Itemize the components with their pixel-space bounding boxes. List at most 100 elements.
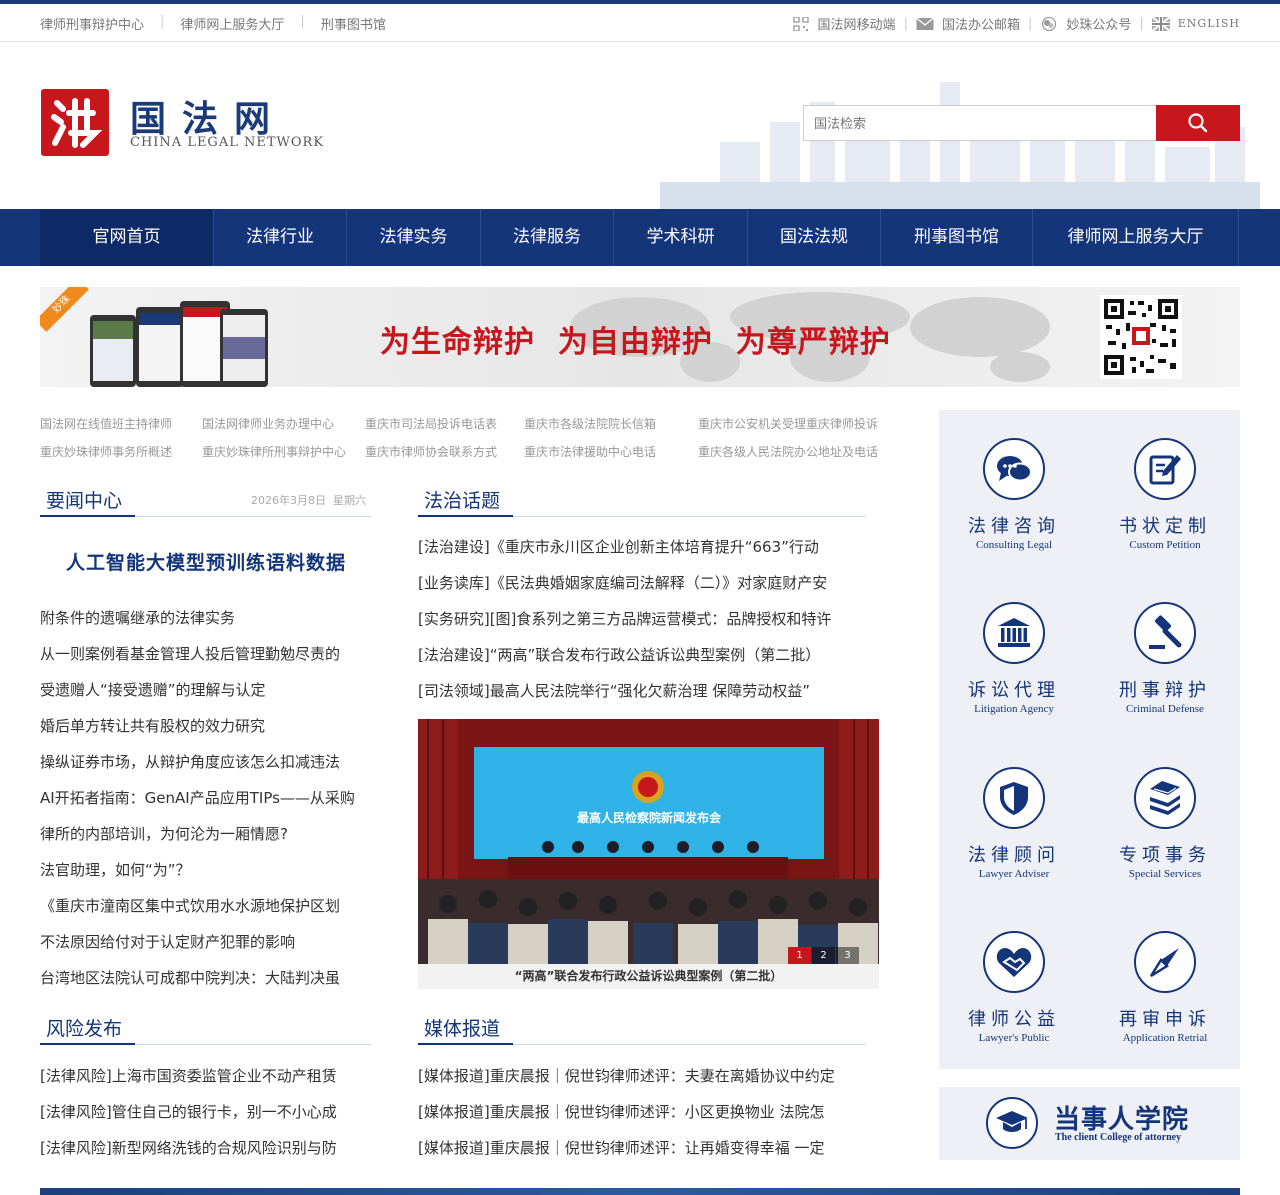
service-label-en: Consulting Legal: [975, 539, 1053, 551]
search-bar: [803, 105, 1240, 141]
risk-list: [法律风险]上海市国资委监管企业不动产租赁 [法律风险]管住自己的银行卡，别一不…: [40, 1058, 380, 1166]
news-center-title[interactable]: 要闻中心: [46, 486, 122, 513]
quick-link[interactable]: 国法网律师业务办理中心: [202, 416, 365, 444]
service-label: 刑事辩护: [1119, 680, 1211, 701]
top-link-online-service-hall[interactable]: 律师网上服务大厅: [180, 14, 284, 33]
top-bar: 律师刑事辩护中心 | 律师网上服务大厅 | 刑事图书馆 国法网移动端 | 国法办…: [0, 4, 1280, 42]
service-criminal-defense[interactable]: 刑事辩护 Criminal Defense: [1090, 602, 1240, 715]
logo-subtitle: CHINA LEGAL NETWORK: [130, 135, 325, 150]
service-label: 再审申诉: [1119, 1009, 1211, 1030]
list-item[interactable]: 法官助理，如何“为”？: [40, 852, 380, 888]
nav-legal-practice[interactable]: 法律实务: [347, 209, 481, 266]
service-public-welfare[interactable]: 律师公益 Lawyer's Public: [939, 931, 1089, 1044]
nav-criminal-library[interactable]: 刑事图书馆: [881, 209, 1033, 266]
list-item[interactable]: 附条件的遗嘱继承的法律实务: [40, 600, 380, 636]
wechat-icon: [1042, 16, 1057, 31]
list-item[interactable]: AI开拓者指南：GenAI产品应用TIPs——从采购: [40, 780, 380, 816]
quick-links-row: 国法网在线值班主持律师 国法网律师业务办理中心 重庆市司法局投诉电话表 重庆市各…: [40, 416, 900, 444]
list-item[interactable]: [法律风险]管住自己的银行卡，别一不小心成: [40, 1094, 380, 1130]
list-item[interactable]: [法治建设]《重庆市永川区企业创新主体培育提升“663”行动: [418, 529, 870, 565]
service-litigation[interactable]: 诉讼代理 Litigation Agency: [939, 602, 1089, 715]
list-item[interactable]: [媒体报道]重庆晨报｜倪世钧律师述评：小区更换物业 法院怎: [418, 1094, 870, 1130]
service-consulting[interactable]: 法律咨询 Consulting Legal: [939, 438, 1089, 551]
search-input[interactable]: [803, 105, 1156, 141]
list-item[interactable]: [媒体报道]重庆晨报｜倪世钧律师述评：夫妻在离婚协议中约定: [418, 1058, 870, 1094]
list-item[interactable]: [法治建设]“两高”联合发布行政公益诉讼典型案例（第二批）: [418, 637, 870, 673]
quick-link[interactable]: 重庆市律师协会联系方式: [365, 444, 524, 472]
list-item[interactable]: [法律风险]上海市国资委监管企业不动产租赁: [40, 1058, 380, 1094]
search-button[interactable]: [1156, 105, 1240, 141]
list-item[interactable]: [媒体报道]重庆晨报｜倪世钧律师述评：让再婚变得幸福 一定: [418, 1130, 870, 1166]
slide-dot-1[interactable]: 1: [788, 947, 811, 965]
list-item[interactable]: 《重庆市潼南区集中式饮用水水源地保护区划: [40, 888, 380, 924]
banner-ribbon: 妙珠: [40, 287, 89, 332]
nav-home[interactable]: 官网首页: [40, 209, 214, 266]
quick-link[interactable]: 重庆妙珠律所刑事辩护中心: [202, 444, 365, 472]
banner-slogan: 为生命辩护 为自由辩护 为尊严辩护: [380, 325, 891, 360]
service-lawyer-adviser[interactable]: 法律顾问 Lawyer Adviser: [939, 767, 1089, 880]
law-topics-title[interactable]: 法治话题: [424, 486, 500, 513]
list-item[interactable]: 台湾地区法院认可成都中院判决：大陆判决虽: [40, 960, 380, 996]
list-item[interactable]: 操纵证券市场，从辩护角度应该怎么扣减违法: [40, 744, 380, 780]
list-item[interactable]: 从一则案例看基金管理人投后管理勤勉尽责的: [40, 636, 380, 672]
graduation-cap-icon: [986, 1097, 1038, 1149]
quick-link[interactable]: 重庆市各级法院院长信箱: [524, 416, 698, 444]
list-item[interactable]: [司法领域]最高人民法院举行“强化欠薪治理 保障劳动权益”: [418, 673, 870, 709]
quick-link[interactable]: 重庆市司法局投诉电话表: [365, 416, 524, 444]
nav-online-service-hall[interactable]: 律师网上服务大厅: [1033, 209, 1239, 266]
logo-seal[interactable]: [41, 89, 109, 156]
nav-laws-regulations[interactable]: 国法法规: [748, 209, 881, 266]
list-item[interactable]: 婚后单方转让共有股权的效力研究: [40, 708, 380, 744]
photo-caption[interactable]: “两高”联合发布行政公益诉讼典型案例（第二批）: [418, 964, 879, 989]
list-item[interactable]: [业务读库]《民法典婚姻家庭编司法解释（二）》对家庭财产安: [418, 565, 870, 601]
service-label: 书状定制: [1119, 516, 1211, 537]
top-left-links: 律师刑事辩护中心 | 律师网上服务大厅 | 刑事图书馆: [40, 14, 386, 33]
service-label-en: Custom Petition: [1129, 539, 1201, 551]
heart-handshake-icon: [983, 931, 1045, 993]
slide-dot-2[interactable]: 2: [812, 947, 835, 965]
logo-fa-character-icon: [51, 98, 103, 148]
nav-legal-industry[interactable]: 法律行业: [214, 209, 347, 266]
list-item[interactable]: 不法原因给付对于认定财产犯罪的影响: [40, 924, 380, 960]
top-link-wechat[interactable]: 妙珠公众号: [1066, 14, 1131, 33]
list-item[interactable]: 律所的内部培训，为何沦为一厢情愿?: [40, 816, 380, 852]
media-title[interactable]: 媒体报道: [424, 1014, 500, 1041]
list-item[interactable]: [实务研究][图]食系列之第三方品牌运营模式：品牌授权和特许: [418, 601, 870, 637]
books-icon: [1134, 767, 1196, 829]
quick-link[interactable]: 重庆各级人民法院办公地址及电话: [698, 444, 878, 472]
list-item[interactable]: [法律风险]新型网络洗钱的合规风险识别与防: [40, 1130, 380, 1166]
compass-icon: [1134, 931, 1196, 993]
nav-legal-services[interactable]: 法律服务: [481, 209, 614, 266]
divider: |: [903, 16, 908, 31]
quick-link[interactable]: 国法网在线值班主持律师: [40, 416, 202, 444]
top-link-office-mail[interactable]: 国法办公邮箱: [942, 14, 1020, 33]
news-photo-slide[interactable]: 最高人民检察院新闻发布会: [418, 719, 879, 964]
quick-link[interactable]: 重庆市公安机关受理重庆律师投诉: [698, 416, 878, 444]
nav-academic-research[interactable]: 学术科研: [614, 209, 748, 266]
chat-icon: [983, 438, 1045, 500]
top-link-criminal-defense-center[interactable]: 律师刑事辩护中心: [40, 14, 144, 33]
divider: |: [160, 14, 165, 29]
slide-pager: 1 2 3: [787, 947, 859, 965]
service-label-en: Lawyer's Public: [978, 1032, 1050, 1044]
service-label: 法律顾问: [968, 845, 1060, 866]
client-college-banner[interactable]: 当事人学院 The client College of attorney: [939, 1087, 1240, 1160]
service-special[interactable]: 专项事务 Special Services: [1090, 767, 1240, 880]
service-custom-petition[interactable]: 书状定制 Custom Petition: [1090, 438, 1240, 551]
list-item[interactable]: 受遗赠人“接受遗赠”的理解与认定: [40, 672, 380, 708]
top-link-english[interactable]: ENGLISH: [1178, 17, 1240, 30]
headline-link[interactable]: 人工智能大模型预训练语料数据: [40, 548, 372, 575]
top-link-mobile[interactable]: 国法网移动端: [818, 14, 896, 33]
quick-link[interactable]: 重庆妙珠律师事务所概述: [40, 444, 202, 472]
press-conference-image: 最高人民检察院新闻发布会: [418, 719, 879, 964]
top-link-criminal-library[interactable]: 刑事图书馆: [321, 14, 386, 33]
risk-title[interactable]: 风险发布: [46, 1014, 122, 1041]
service-retrial[interactable]: 再审申诉 Application Retrial: [1090, 931, 1240, 1044]
service-label-en: Criminal Defense: [1126, 703, 1204, 715]
quick-link[interactable]: 重庆市法律援助中心电话: [524, 444, 698, 472]
service-label-en: Special Services: [1128, 868, 1202, 880]
slide-dot-3[interactable]: 3: [836, 947, 859, 965]
divider: [418, 1043, 513, 1045]
media-list: [媒体报道]重庆晨报｜倪世钧律师述评：夫妻在离婚协议中约定 [媒体报道]重庆晨报…: [418, 1058, 870, 1166]
promo-banner[interactable]: 妙珠 为生命辩护 为自由辩护 为尊严辩护: [40, 287, 1240, 387]
